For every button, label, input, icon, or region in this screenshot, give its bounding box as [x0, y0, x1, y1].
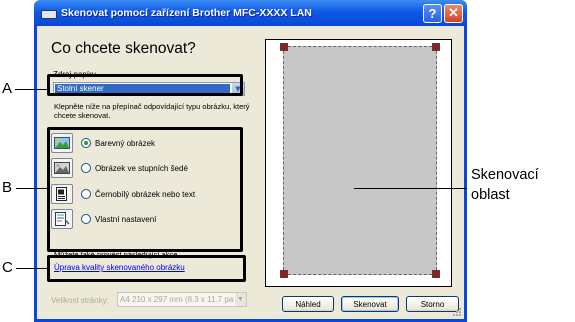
scan-area-handle-bottom-left[interactable] [280, 270, 288, 278]
resize-grip-icon[interactable] [452, 307, 462, 317]
scan-preview-frame [265, 39, 452, 287]
callout-label-b: B [2, 179, 13, 196]
page-size-select[interactable]: A4 210 x 297 mm (8.3 x 11.7 pal ▼ [117, 292, 247, 307]
callout-leader-scan-area [354, 188, 467, 189]
callout-leader-b [16, 188, 48, 189]
callout-leader-a [15, 89, 48, 90]
help-button[interactable]: ? [423, 3, 442, 23]
chevron-down-icon[interactable]: ▼ [234, 293, 246, 306]
page-size-label: Velikost stránky: [51, 296, 109, 305]
scan-area-callout-line2: oblast [471, 187, 510, 203]
callout-box-c [47, 255, 246, 282]
scanner-icon [41, 7, 57, 19]
close-button[interactable]: ✕ [444, 3, 463, 23]
preview-button[interactable]: Náhled [282, 296, 334, 312]
callout-label-a: A [2, 80, 13, 97]
callout-box-a [47, 74, 243, 96]
scan-area-handle-top-right[interactable] [432, 43, 440, 51]
scan-area-handle-top-left[interactable] [280, 43, 288, 51]
dialog-heading: Co chcete skenovat? [51, 40, 196, 57]
scan-area-handle-bottom-right[interactable] [432, 270, 440, 278]
scan-area[interactable] [283, 46, 437, 275]
scan-button[interactable]: Skenovat [341, 296, 399, 312]
scan-area-callout-line1: Skenovací [471, 167, 539, 183]
page-size-value: A4 210 x 297 mm (8.3 x 11.7 pal [120, 295, 236, 304]
callout-box-b [47, 127, 243, 252]
scan-type-description: Klepněte níže na přepínač odpovídající t… [54, 102, 250, 120]
title-bar[interactable]: Skenovat pomocí zařízení Brother MFC-XXX… [34, 0, 467, 26]
callout-label-c: C [2, 259, 13, 276]
callout-leader-c [16, 268, 48, 269]
window-title: Skenovat pomocí zařízení Brother MFC-XXX… [61, 7, 312, 19]
